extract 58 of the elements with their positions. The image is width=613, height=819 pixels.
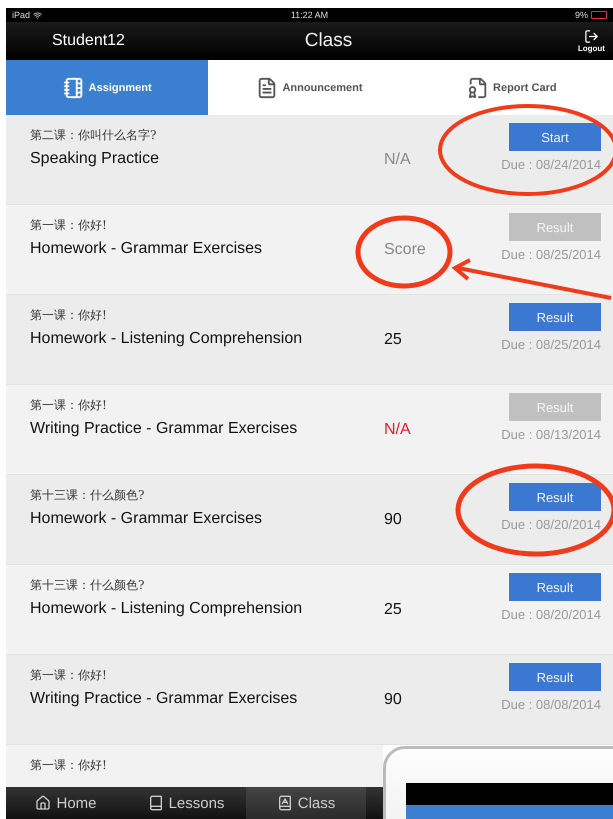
score: 90	[384, 511, 402, 529]
lesson-name: 第二课：你叫什么名字?	[30, 127, 158, 144]
tab[interactable]: Assignment	[6, 60, 208, 115]
book-icon	[148, 795, 164, 811]
wifi-icon	[33, 10, 42, 20]
home-icon	[35, 795, 52, 811]
action-button[interactable]: Result	[509, 303, 601, 331]
due-date: Due : 08/25/2014	[501, 247, 601, 262]
bottom-tab[interactable]: Class	[246, 787, 366, 819]
device-label: iPad	[12, 10, 30, 20]
assignment-row[interactable]: 第十三课：什么颜色? Homework - Grammar Exercises 90 Result Due : 08/20/2014	[6, 475, 613, 565]
due-date: Due : 08/25/2014	[501, 337, 601, 352]
lesson-name: 第一课：你好!	[30, 307, 108, 324]
action-button[interactable]: Result	[509, 663, 601, 691]
logout-icon	[584, 29, 599, 44]
lesson-name: 第一课：你好!	[30, 757, 108, 774]
notebook-icon	[62, 76, 85, 98]
assignment-title: Writing Practice - Grammar Exercises	[30, 420, 298, 438]
assignment-row[interactable]: 第十三课：什么颜色? Homework - Listening Comprehension 25 Result Due : 08/20/2014	[6, 565, 613, 655]
lesson-name: 第一课：你好!	[30, 217, 108, 234]
score: 90	[384, 691, 402, 709]
clock: 11:22 AM	[290, 10, 328, 20]
assignment-row[interactable]: 第一课：你好! Homework - Listening Comprehension 25 Result Due : 08/25/2014	[6, 295, 613, 385]
due-date: Due : 08/13/2014	[501, 427, 601, 442]
score: N/A	[384, 421, 411, 439]
assignment-row[interactable]: 第一课：你好! Writing Practice - Grammar Exercises 90 Result Due : 08/08/2014	[6, 655, 613, 745]
assignment-title: Speaking Practice	[30, 150, 160, 168]
assignment-title: Homework - Listening Comprehension	[30, 330, 304, 348]
action-button[interactable]: Start	[509, 123, 601, 151]
assignment-row[interactable]: 第二课：你叫什么名字? Speaking Practice N/A Start Due : 08/24/2014	[6, 115, 613, 205]
lesson-name: 第一课：你好!	[30, 667, 108, 684]
action-button[interactable]: Result	[509, 483, 601, 511]
score: Score	[384, 241, 426, 259]
user-name: Student12	[52, 32, 126, 50]
lesson-name: 第十三课：什么颜色?	[30, 577, 146, 594]
report-card-icon	[467, 76, 490, 98]
assignment-title: Homework - Grammar Exercises	[30, 240, 264, 258]
due-date: Due : 08/08/2014	[501, 697, 601, 712]
due-date: Due : 08/24/2014	[501, 157, 601, 172]
bottom-tab[interactable]: Lessons	[126, 787, 246, 819]
assignment-title: Homework - Grammar Exercises	[30, 510, 264, 528]
assignment-row[interactable]: 第一课：你好!	[6, 745, 383, 787]
action-button[interactable]: Result	[509, 573, 601, 601]
due-date: Due : 08/20/2014	[501, 517, 601, 532]
lesson-name: 第十三课：什么颜色?	[30, 487, 146, 504]
page-title: Class	[304, 30, 352, 52]
due-date: Due : 08/20/2014	[501, 607, 601, 622]
battery-percent: 9%	[574, 10, 588, 20]
lesson-name: 第一课：你好!	[30, 397, 108, 414]
logout-button[interactable]: Logout	[578, 29, 605, 53]
score: 25	[384, 331, 402, 349]
book-icon	[276, 795, 293, 811]
bottom-tab[interactable]: Home	[6, 787, 126, 819]
assignment-title: Writing Practice - Grammar Exercises	[30, 690, 298, 708]
score: 25	[384, 601, 402, 619]
assignment-title: Homework - Listening Comprehension	[30, 600, 304, 618]
score: N/A	[384, 151, 411, 169]
battery-icon	[590, 11, 607, 19]
